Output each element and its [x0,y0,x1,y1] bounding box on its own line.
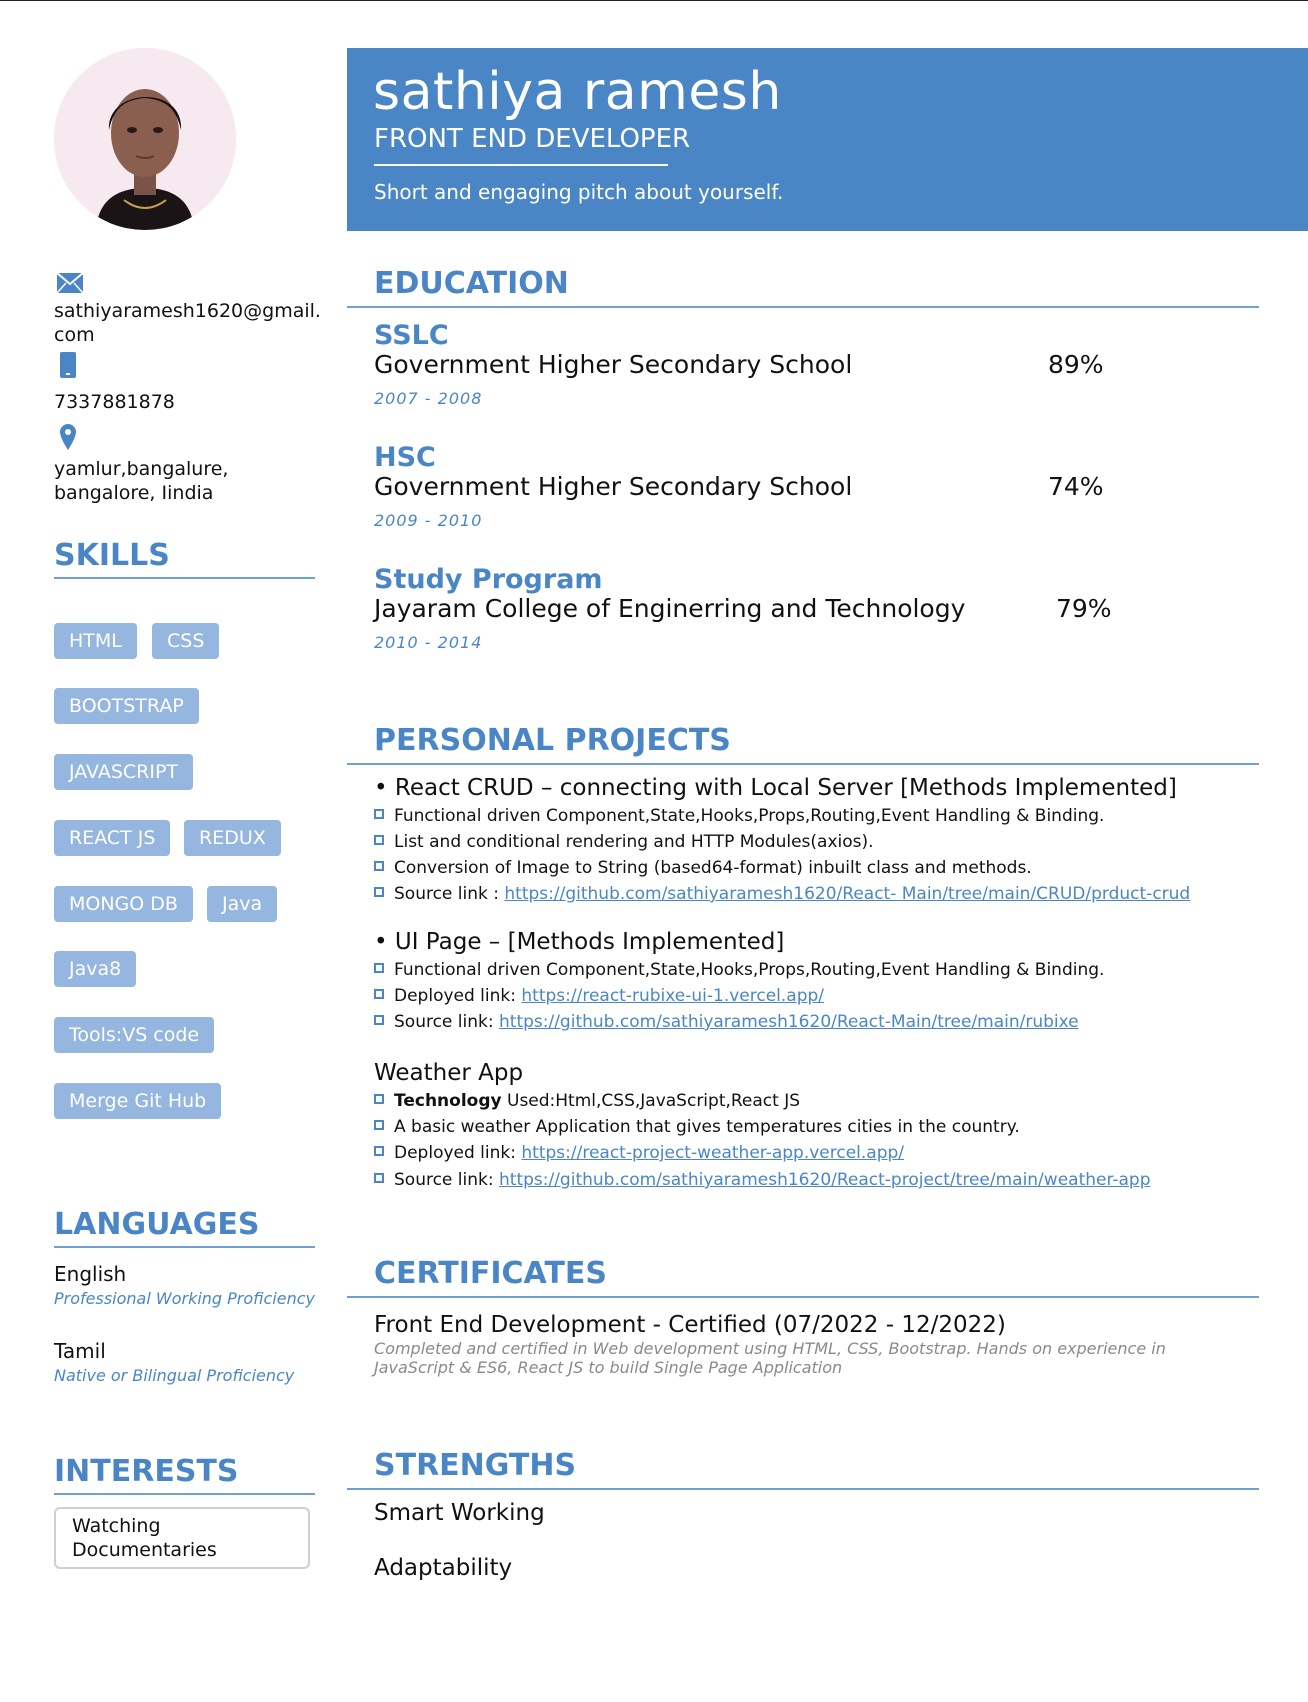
skill-chip: BOOTSTRAP [54,688,199,724]
project-tech-row: Technology Used:Html,CSS,JavaScript,Reac… [374,1091,800,1111]
strengths-heading: STRENGTHS [347,1448,1259,1490]
deployed-link[interactable]: https://react-rubixe-ui-1.vercel.app/ [521,986,824,1006]
project-bullet: List and conditional rendering and HTTP … [374,832,874,852]
phone-text: 7337881878 [54,391,175,413]
interest-item: Watching Documentaries [54,1507,310,1569]
skills-heading: SKILLS [54,539,315,579]
language-name: Tamil [54,1339,106,1363]
project-bullet: Functional driven Component,State,Hooks,… [374,960,1104,980]
education-school: Government Higher Secondary School [374,472,853,501]
square-bullet-icon [374,1094,384,1104]
square-bullet-icon [374,1120,384,1130]
education-score: 79% [1056,594,1112,623]
education-score: 89% [1048,350,1104,379]
project-bullet: Functional driven Component,State,Hooks,… [374,806,1104,826]
header-banner: sathiya ramesh FRONT END DEVELOPER Short… [347,48,1308,231]
top-border [0,0,1308,1]
languages-heading: LANGUAGES [54,1208,315,1248]
skill-chip: CSS [152,623,220,659]
project-source-row: Source link: https://github.com/sathiyar… [374,1170,1151,1190]
project-deployed-row: Deployed link: https://react-project-wea… [374,1143,904,1163]
header-divider [374,164,668,166]
project-title: • UI Page – [Methods Implemented] [374,929,785,955]
square-bullet-icon [374,1015,384,1025]
interests-heading: INTERESTS [54,1455,315,1495]
project-deployed-row: Deployed link: https://react-rubixe-ui-1… [374,986,824,1006]
language-level: Native or Bilingual Proficiency [54,1366,295,1385]
education-level: SSLC [374,320,449,351]
skill-chip: REDUX [184,820,281,856]
project-source-row: Source link : https://github.com/sathiya… [374,884,1190,904]
strength-item: Adaptability [374,1555,513,1581]
skill-chip: JAVASCRIPT [54,754,194,790]
project-title: Weather App [374,1060,524,1086]
project-bullet: Conversion of Image to String (based64-f… [374,858,1032,878]
skill-chip: Tools:VS code [54,1017,215,1053]
pitch-text: Short and engaging pitch about yourself. [374,180,784,204]
project-source-row: Source link: https://github.com/sathiyar… [374,1012,1079,1032]
certificate-title: Front End Development - Certified (07/20… [374,1312,1006,1338]
project-bullet: A basic weather Application that gives t… [374,1117,1020,1137]
skill-chip: Java [207,886,278,922]
address-line-2: bangalore, Iindia [54,482,214,504]
certificates-heading: CERTIFICATES [347,1256,1259,1298]
education-score: 74% [1048,472,1104,501]
skill-chip: REACT JS [54,820,171,856]
email-text: sathiyaramesh1620@gmail.com [54,300,321,346]
skill-chip: Merge Git Hub [54,1083,222,1119]
education-school: Government Higher Secondary School [374,350,853,379]
square-bullet-icon [374,989,384,999]
job-title: FRONT END DEVELOPER [374,124,691,154]
square-bullet-icon [374,963,384,973]
square-bullet-icon [374,1173,384,1183]
certificate-description: Completed and certified in Web developme… [374,1339,1166,1377]
source-link[interactable]: https://github.com/sathiyaramesh1620/Rea… [499,1012,1079,1032]
language-name: English [54,1262,127,1286]
skill-chip: Java8 [54,951,137,987]
square-bullet-icon [374,835,384,845]
source-link[interactable]: https://github.com/sathiyaramesh1620/Rea… [499,1170,1151,1190]
education-level: Study Program [374,564,603,595]
square-bullet-icon [374,809,384,819]
education-heading: EDUCATION [347,266,1259,308]
square-bullet-icon [374,887,384,897]
avatar [54,48,236,230]
skill-chip: HTML [54,623,137,659]
address-line-1: yamlur,bangalure, [54,458,229,480]
envelope-icon [56,272,84,298]
phone-icon [60,352,76,382]
projects-heading: PERSONAL PROJECTS [347,723,1259,765]
skill-chip: MONGO DB [54,886,193,922]
language-level: Professional Working Proficiency [54,1289,315,1308]
location-pin-icon [60,424,76,454]
strength-item: Smart Working [374,1500,545,1526]
education-years: 2009 - 2010 [374,511,483,530]
project-title: • React CRUD – connecting with Local Ser… [374,775,1177,801]
education-years: 2010 - 2014 [374,633,483,652]
square-bullet-icon [374,861,384,871]
square-bullet-icon [374,1146,384,1156]
education-school: Jayaram College of Enginerring and Techn… [374,594,966,623]
candidate-name: sathiya ramesh [373,62,782,122]
education-level: HSC [374,442,436,473]
source-link[interactable]: https://github.com/sathiyaramesh1620/Rea… [504,884,1190,904]
education-years: 2007 - 2008 [374,389,483,408]
deployed-link[interactable]: https://react-project-weather-app.vercel… [521,1143,904,1163]
